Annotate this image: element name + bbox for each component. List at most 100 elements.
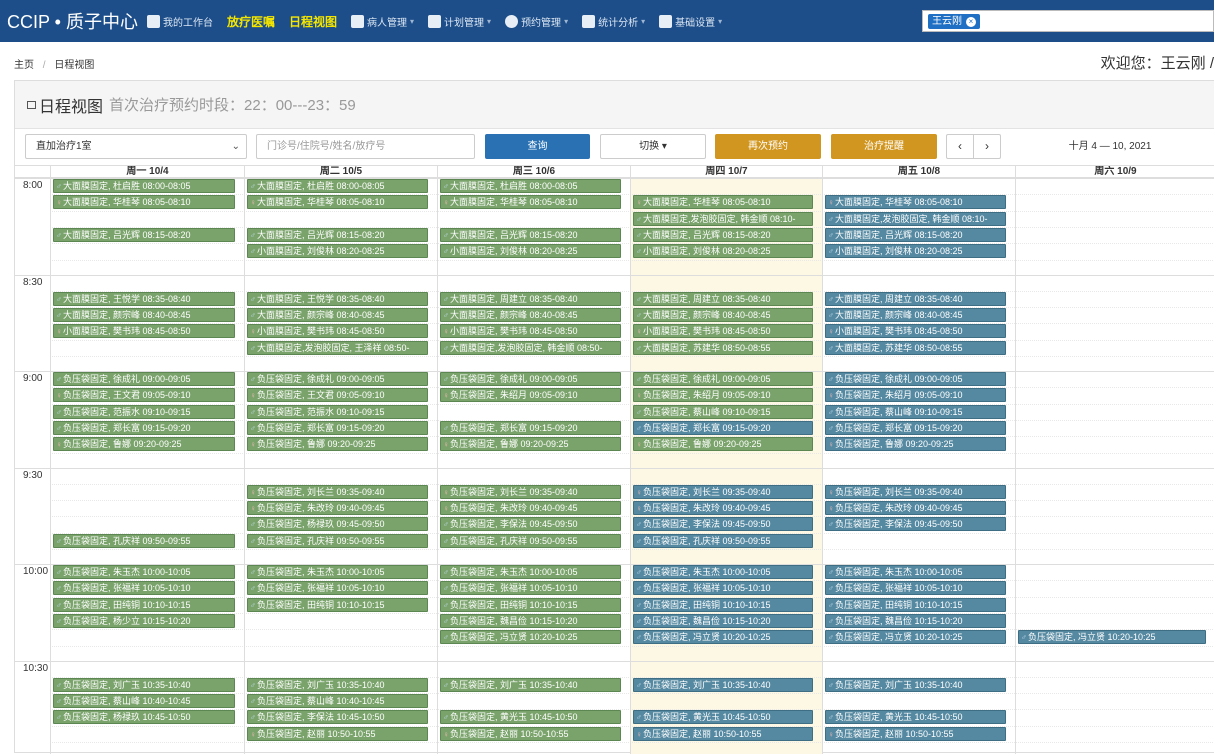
appointment-event[interactable]: ♀负压袋固定, 朱绍月 09:05-09:10 [825, 388, 1006, 403]
appointment-event[interactable]: ♀负压袋固定, 王文君 09:05-09:10 [53, 388, 235, 403]
next-week-icon[interactable]: › [974, 135, 1000, 158]
appointment-event[interactable]: ♂大面膜固定,发泡胶固定, 王泽祥 08:50- [247, 340, 428, 355]
appointment-event[interactable]: ♀小面膜固定, 樊书玮 08:45-08:50 [633, 324, 813, 339]
appointment-event[interactable]: ♂负压袋固定, 徐成礼 09:00-09:05 [247, 372, 428, 386]
appointment-event[interactable]: ♂负压袋固定, 孔庆祥 09:50-09:55 [440, 533, 621, 548]
appointment-event[interactable]: ♀负压袋固定, 赵丽 10:50-10:55 [440, 726, 621, 741]
nav-item-4[interactable]: 计划管理 ▾ [421, 0, 498, 42]
appointment-event[interactable]: ♂负压袋固定, 张福祥 10:05-10:10 [825, 581, 1006, 596]
appointment-event[interactable]: ♂负压袋固定, 蔡山峰 09:10-09:15 [825, 404, 1006, 419]
user-filter-box[interactable]: 王云刚 × [922, 10, 1214, 32]
appointment-event[interactable]: ♂负压袋固定, 冯立贤 10:20-10:25 [1018, 630, 1206, 645]
appointment-event[interactable]: ♀负压袋固定, 赵丽 10:50-10:55 [825, 726, 1006, 741]
appointment-event[interactable]: ♂负压袋固定, 李保法 09:45-09:50 [633, 517, 813, 532]
appointment-event[interactable]: ♂大面膜固定, 周建立 08:35-08:40 [825, 291, 1006, 306]
appointment-event[interactable]: ♂大面膜固定, 苏建华 08:50-08:55 [633, 340, 813, 355]
appointment-event[interactable]: ♂负压袋固定, 郑长富 09:15-09:20 [440, 420, 621, 435]
appointment-event[interactable]: ♂大面膜固定, 杜启胜 08:00-08:05 [53, 179, 235, 193]
appointment-event[interactable]: ♂负压袋固定, 郑长富 09:15-09:20 [53, 420, 235, 435]
close-icon[interactable]: × [966, 16, 976, 27]
appointment-event[interactable]: ♂负压袋固定, 刘广玉 10:35-10:40 [825, 677, 1006, 692]
brand-logo[interactable]: CCIP • 质子中心 [0, 8, 140, 34]
appointment-event[interactable]: ♂大面膜固定,发泡胶固定, 韩金顺 08:50- [440, 340, 621, 355]
appointment-event[interactable]: ♂负压袋固定, 田纯铜 10:10-10:15 [440, 597, 621, 612]
appointment-event[interactable]: ♂负压袋固定, 范振水 09:10-09:15 [247, 404, 428, 419]
nav-item-0[interactable]: 我的工作台 [140, 0, 220, 42]
appointment-event[interactable]: ♂负压袋固定, 魏昌俭 10:15-10:20 [440, 613, 621, 628]
appointment-event[interactable]: ♂大面膜固定,发泡胶固定, 韩金顺 08:10- [825, 211, 1006, 226]
appointment-event[interactable]: ♀负压袋固定, 刘长兰 09:35-09:40 [825, 484, 1006, 499]
appointment-event[interactable]: ♀负压袋固定, 刘长兰 09:35-09:40 [247, 484, 428, 499]
appointment-event[interactable]: ♂负压袋固定, 孔庆祥 09:50-09:55 [633, 533, 813, 548]
appointment-event[interactable]: ♂大面膜固定, 颜宗峰 08:40-08:45 [247, 308, 428, 323]
appointment-event[interactable]: ♂负压袋固定, 田纯铜 10:10-10:15 [633, 597, 813, 612]
appointment-event[interactable]: ♂负压袋固定, 刘广玉 10:35-10:40 [53, 677, 235, 692]
appointment-event[interactable]: ♂负压袋固定, 杨禄玖 09:45-09:50 [247, 517, 428, 532]
appointment-event[interactable]: ♂负压袋固定, 黄光玉 10:45-10:50 [440, 710, 621, 725]
appointment-event[interactable]: ♂负压袋固定, 蔡山峰 09:10-09:15 [633, 404, 813, 419]
prev-week-icon[interactable]: ‹ [947, 135, 974, 158]
query-button[interactable]: 查询 [485, 134, 590, 159]
appointment-event[interactable]: ♀负压袋固定, 赵丽 10:50-10:55 [633, 726, 813, 741]
appointment-event[interactable]: ♂负压袋固定, 魏昌俭 10:15-10:20 [825, 613, 1006, 628]
user-tag[interactable]: 王云刚 × [928, 14, 980, 29]
appointment-event[interactable]: ♂负压袋固定, 范振水 09:10-09:15 [53, 404, 235, 419]
appointment-event[interactable]: ♂大面膜固定, 周建立 08:35-08:40 [633, 291, 813, 306]
appointment-event[interactable]: ♂大面膜固定, 颜宗峰 08:40-08:45 [53, 308, 235, 323]
appointment-event[interactable]: ♂大面膜固定, 吕光辉 08:15-08:20 [825, 227, 1006, 242]
appointment-event[interactable]: ♂负压袋固定, 朱玉杰 10:00-10:05 [247, 565, 428, 579]
appointment-event[interactable]: ♂负压袋固定, 张福祥 10:05-10:10 [247, 581, 428, 596]
appointment-event[interactable]: ♀大面膜固定, 华桂琴 08:05-08:10 [440, 195, 621, 210]
appointment-event[interactable]: ♂负压袋固定, 刘广玉 10:35-10:40 [633, 677, 813, 692]
appointment-event[interactable]: ♀负压袋固定, 刘长兰 09:35-09:40 [440, 484, 621, 499]
appointment-event[interactable]: ♂负压袋固定, 孔庆祥 09:50-09:55 [53, 533, 235, 548]
appointment-event[interactable]: ♂负压袋固定, 刘广玉 10:35-10:40 [247, 677, 428, 692]
appointment-event[interactable]: ♂负压袋固定, 李保法 10:45-10:50 [247, 710, 428, 725]
appointment-event[interactable]: ♂大面膜固定, 吕光辉 08:15-08:20 [633, 227, 813, 242]
nav-item-7[interactable]: 基础设置 ▾ [652, 0, 729, 42]
nav-item-2[interactable]: 日程视图 [282, 0, 344, 42]
appointment-event[interactable]: ♂负压袋固定, 田纯铜 10:10-10:15 [825, 597, 1006, 612]
appointment-event[interactable]: ♀大面膜固定, 华桂琴 08:05-08:10 [247, 195, 428, 210]
appointment-event[interactable]: ♂负压袋固定, 徐成礼 09:00-09:05 [825, 372, 1006, 386]
appointment-event[interactable]: ♀负压袋固定, 鲁娜 09:20-09:25 [53, 437, 235, 452]
appointment-event[interactable]: ♂负压袋固定, 朱玉杰 10:00-10:05 [53, 565, 235, 579]
appointment-event[interactable]: ♀负压袋固定, 鲁娜 09:20-09:25 [440, 437, 621, 452]
appointment-event[interactable]: ♂负压袋固定, 李保法 09:45-09:50 [440, 517, 621, 532]
appointment-event[interactable]: ♂负压袋固定, 蔡山峰 10:40-10:45 [53, 694, 235, 709]
breadcrumb-home[interactable]: 主页 [14, 60, 34, 71]
nav-item-5[interactable]: 预约管理 ▾ [498, 0, 575, 42]
appointment-event[interactable]: ♀负压袋固定, 朱绍月 09:05-09:10 [633, 388, 813, 403]
appointment-event[interactable]: ♂大面膜固定, 吕光辉 08:15-08:20 [440, 227, 621, 242]
appointment-event[interactable]: ♂小面膜固定, 刘俊林 08:20-08:25 [247, 244, 428, 259]
appointment-event[interactable]: ♂大面膜固定, 王悦学 08:35-08:40 [53, 291, 235, 306]
appointment-event[interactable]: ♂小面膜固定, 刘俊林 08:20-08:25 [440, 244, 621, 259]
appointment-event[interactable]: ♂负压袋固定, 徐成礼 09:00-09:05 [53, 372, 235, 386]
appointment-event[interactable]: ♂负压袋固定, 朱玉杰 10:00-10:05 [825, 565, 1006, 579]
appointment-event[interactable]: ♂大面膜固定, 颜宗峰 08:40-08:45 [825, 308, 1006, 323]
appointment-event[interactable]: ♀负压袋固定, 王文君 09:05-09:10 [247, 388, 428, 403]
appointment-event[interactable]: ♂大面膜固定, 苏建华 08:50-08:55 [825, 340, 1006, 355]
appointment-event[interactable]: ♂负压袋固定, 张福祥 10:05-10:10 [633, 581, 813, 596]
appointment-event[interactable]: ♂负压袋固定, 张福祥 10:05-10:10 [53, 581, 235, 596]
appointment-event[interactable]: ♂负压袋固定, 田纯铜 10:10-10:15 [247, 597, 428, 612]
appointment-event[interactable]: ♂大面膜固定, 王悦学 08:35-08:40 [247, 291, 428, 306]
appointment-event[interactable]: ♂大面膜固定,发泡胶固定, 韩金顺 08:10- [633, 211, 813, 226]
appointment-event[interactable]: ♂负压袋固定, 冯立贤 10:20-10:25 [440, 630, 621, 645]
appointment-event[interactable]: ♀负压袋固定, 朱改玲 09:40-09:45 [825, 501, 1006, 516]
appointment-event[interactable]: ♀小面膜固定, 樊书玮 08:45-08:50 [825, 324, 1006, 339]
appointment-event[interactable]: ♂负压袋固定, 孔庆祥 09:50-09:55 [247, 533, 428, 548]
appointment-event[interactable]: ♂负压袋固定, 蔡山峰 10:40-10:45 [247, 694, 428, 709]
appointment-event[interactable]: ♀小面膜固定, 樊书玮 08:45-08:50 [247, 324, 428, 339]
appointment-event[interactable]: ♂负压袋固定, 冯立贤 10:20-10:25 [633, 630, 813, 645]
appointment-event[interactable]: ♂大面膜固定, 杜启胜 08:00-08:05 [247, 179, 428, 193]
appointment-event[interactable]: ♀负压袋固定, 朱改玲 09:40-09:45 [440, 501, 621, 516]
appointment-event[interactable]: ♂大面膜固定, 吕光辉 08:15-08:20 [247, 227, 428, 242]
appointment-event[interactable]: ♂负压袋固定, 朱玉杰 10:00-10:05 [633, 565, 813, 579]
search-input[interactable] [256, 134, 475, 159]
appointment-event[interactable]: ♀大面膜固定, 华桂琴 08:05-08:10 [53, 195, 235, 210]
appointment-event[interactable]: ♂负压袋固定, 郑长富 09:15-09:20 [825, 420, 1006, 435]
appointment-event[interactable]: ♂负压袋固定, 郑长富 09:15-09:20 [247, 420, 428, 435]
appointment-event[interactable]: ♂小面膜固定, 刘俊林 08:20-08:25 [633, 244, 813, 259]
nav-item-3[interactable]: 病人管理 ▾ [344, 0, 421, 42]
